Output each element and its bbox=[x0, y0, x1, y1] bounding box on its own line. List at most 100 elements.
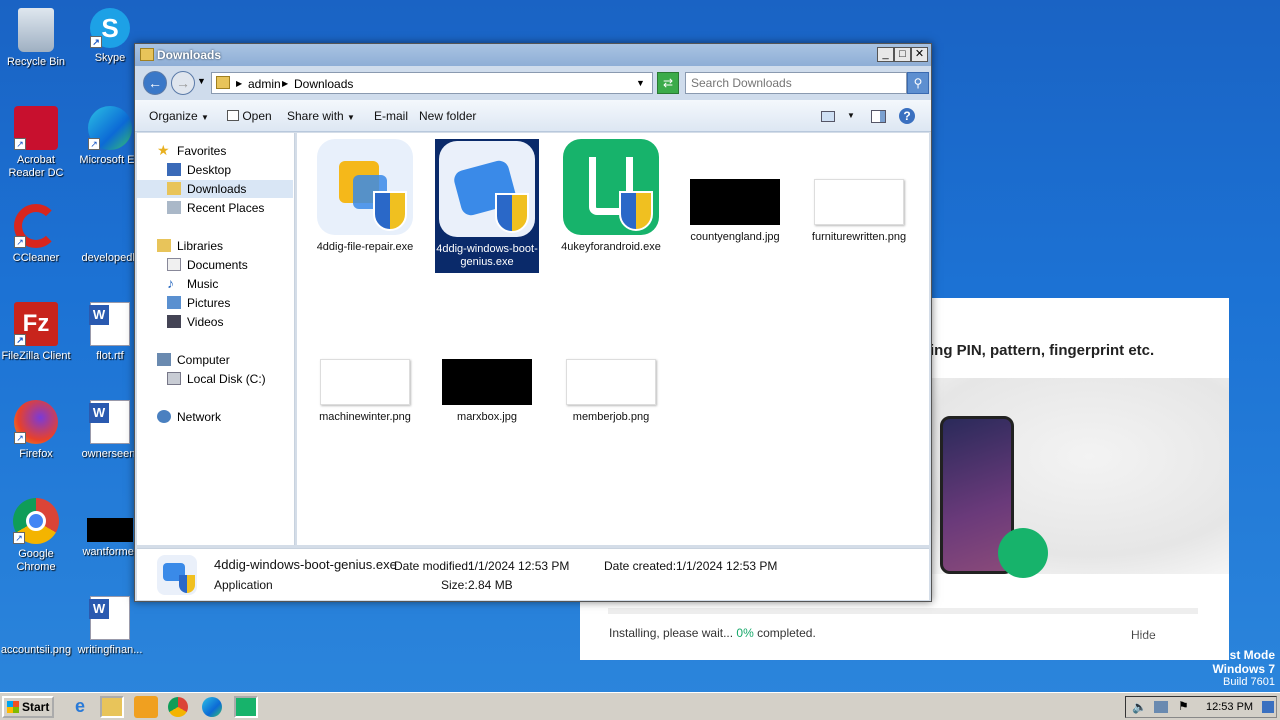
maximize-button[interactable]: □ bbox=[894, 47, 911, 62]
desktop-icon-ccleaner[interactable]: ↗ CCleaner bbox=[0, 204, 74, 265]
view-options-chevron-icon[interactable]: ▼ bbox=[847, 111, 855, 120]
details-size-value: 2.84 MB bbox=[468, 578, 513, 592]
installer-headline: ing PIN, pattern, fingerprint etc. bbox=[930, 342, 1155, 359]
search-box[interactable] bbox=[685, 72, 907, 94]
desktop-icon-label: Microsoft Ed bbox=[79, 154, 141, 166]
nav-desktop[interactable]: Desktop bbox=[137, 161, 293, 179]
taskbar: Start e 🔈 ⚑ 12:53 PM bbox=[0, 692, 1280, 720]
new-folder-button[interactable]: New folder bbox=[419, 109, 476, 123]
title-bar[interactable]: Downloads _ □ ✕ bbox=[135, 44, 931, 66]
action-center-flag-icon[interactable]: ⚑ bbox=[1178, 699, 1189, 713]
watermark-line: Windows 7 bbox=[1212, 662, 1275, 676]
desktop-icon-writingfinan[interactable]: W writingfinan... bbox=[72, 596, 148, 657]
desktop-icon-label: accountsii.png bbox=[0, 644, 72, 656]
search-input[interactable] bbox=[691, 74, 891, 92]
nav-music[interactable]: ♪ Music bbox=[137, 275, 293, 293]
filezilla-icon: Fz ↗ bbox=[14, 302, 58, 346]
close-button[interactable]: ✕ bbox=[911, 47, 928, 62]
desktop-icon-accountsii[interactable]: accountsii.png bbox=[0, 596, 74, 657]
documents-icon bbox=[167, 258, 181, 271]
nav-computer[interactable]: Computer bbox=[137, 351, 293, 369]
nav-recent-places[interactable]: Recent Places bbox=[137, 199, 293, 217]
help-icon[interactable]: ? bbox=[899, 108, 915, 124]
nav-label: Recent Places bbox=[187, 201, 265, 215]
file-name: 4ddig-windows-boot-genius.exe bbox=[436, 243, 538, 268]
navigation-pane: ★ Favorites Desktop Downloads Recent Plac… bbox=[137, 133, 295, 545]
image-thumbnail bbox=[690, 179, 780, 225]
preview-pane-icon[interactable] bbox=[871, 110, 886, 123]
address-row: ← → ▼ ▶ admin ▶ Downloads ▼ ⇄ ⚲ bbox=[135, 66, 931, 100]
explorer-window[interactable]: Downloads _ □ ✕ ← → ▼ ▶ admin ▶ Download… bbox=[134, 43, 932, 602]
nav-libraries[interactable]: Libraries bbox=[137, 237, 293, 255]
file-item[interactable]: countyengland.jpg bbox=[683, 139, 787, 244]
start-button[interactable]: Start bbox=[2, 696, 54, 718]
nav-label: Favorites bbox=[177, 144, 227, 158]
desktop-icon-firefox[interactable]: ↗ Firefox bbox=[0, 400, 74, 461]
breadcrumb-separator-icon[interactable]: ▶ bbox=[236, 79, 242, 88]
uac-shield-icon bbox=[179, 575, 195, 593]
nav-pictures[interactable]: Pictures bbox=[137, 294, 293, 312]
nav-label: Music bbox=[187, 277, 219, 291]
nav-label: Videos bbox=[187, 315, 224, 329]
file-item[interactable]: furniturewritten.png bbox=[807, 139, 911, 244]
search-icon[interactable]: ⚲ bbox=[907, 72, 929, 94]
open-button[interactable]: Open bbox=[227, 109, 272, 123]
file-item[interactable]: 4ddig-file-repair.exe bbox=[313, 139, 417, 254]
breadcrumb-admin[interactable]: admin bbox=[248, 77, 281, 91]
desktop-icon-filezilla[interactable]: Fz ↗ FileZilla Client bbox=[0, 302, 74, 363]
4ukey-taskbar-icon[interactable] bbox=[234, 696, 258, 718]
desktop-icon bbox=[167, 163, 181, 176]
media-player-icon[interactable] bbox=[134, 696, 158, 718]
desktop-icon-label: writingfinan... bbox=[77, 644, 143, 656]
minimize-button[interactable]: _ bbox=[877, 47, 894, 62]
breadcrumb-downloads[interactable]: Downloads bbox=[294, 77, 353, 91]
network-tray-icon[interactable] bbox=[1154, 701, 1168, 713]
shortcut-arrow-icon: ↗ bbox=[13, 532, 25, 544]
address-dropdown-icon[interactable]: ▼ bbox=[636, 78, 645, 88]
open-icon bbox=[227, 110, 239, 121]
internet-explorer-icon[interactable]: e bbox=[68, 696, 92, 718]
nav-downloads[interactable]: Downloads bbox=[137, 180, 293, 198]
file-explorer-icon[interactable] bbox=[100, 696, 124, 718]
nav-network[interactable]: Network bbox=[137, 408, 293, 426]
desktop-icon-label: FileZilla Client bbox=[1, 350, 71, 362]
uac-shield-icon bbox=[495, 193, 529, 233]
windows-watermark: st Mode Windows 7 Build 7601 bbox=[1180, 648, 1275, 688]
forward-button[interactable]: → bbox=[171, 71, 195, 95]
taskbar-clock[interactable]: 12:53 PM bbox=[1206, 701, 1253, 713]
image-thumbnail-icon bbox=[13, 596, 59, 640]
desktop-icon-acrobat[interactable]: ↗ Acrobat Reader DC bbox=[0, 106, 74, 180]
nav-videos[interactable]: Videos bbox=[137, 313, 293, 331]
recent-pages-chevron-icon[interactable]: ▼ bbox=[197, 76, 206, 86]
show-desktop-icon[interactable] bbox=[1262, 701, 1274, 713]
file-item[interactable]: 4ukeyforandroid.exe bbox=[559, 139, 663, 254]
chrome-icon[interactable] bbox=[168, 697, 188, 717]
file-name: furniturewritten.png bbox=[811, 231, 907, 243]
nav-label: Libraries bbox=[177, 239, 224, 253]
share-with-menu[interactable]: Share with ▼ bbox=[287, 109, 355, 123]
breadcrumb-separator-icon[interactable]: ▶ bbox=[282, 79, 288, 88]
word-document-icon: W bbox=[89, 302, 130, 346]
back-button[interactable]: ← bbox=[143, 71, 167, 95]
file-item[interactable]: marxbox.jpg bbox=[435, 317, 539, 424]
organize-menu[interactable]: Organize ▼ bbox=[149, 109, 209, 123]
watermark-line: Build 7601 bbox=[1223, 676, 1275, 688]
shortcut-arrow-icon: ↗ bbox=[90, 36, 102, 48]
change-view-icon[interactable] bbox=[821, 111, 835, 122]
file-item[interactable]: 4ddig-windows-boot-genius.exe bbox=[435, 139, 539, 273]
image-thumbnail-icon bbox=[87, 518, 133, 542]
desktop-icon-label: ownerseen. bbox=[81, 448, 139, 460]
desktop-icon-chrome[interactable]: ↗ Google Chrome bbox=[0, 498, 74, 574]
desktop-icon-recycle-bin[interactable]: Recycle Bin bbox=[0, 8, 74, 69]
email-button[interactable]: E-mail bbox=[374, 109, 408, 123]
nav-local-disk[interactable]: Local Disk (C:) bbox=[137, 370, 293, 388]
volume-icon[interactable]: 🔈 bbox=[1132, 700, 1147, 714]
edge-icon[interactable] bbox=[202, 697, 222, 717]
refresh-button[interactable]: ⇄ bbox=[657, 72, 679, 94]
nav-documents[interactable]: Documents bbox=[137, 256, 293, 274]
address-bar[interactable]: ▶ admin ▶ Downloads ▼ bbox=[211, 72, 653, 94]
nav-favorites[interactable]: ★ Favorites bbox=[137, 142, 293, 160]
file-item[interactable]: memberjob.png bbox=[559, 317, 663, 424]
downloads-folder-icon bbox=[167, 182, 181, 195]
file-item[interactable]: machinewinter.png bbox=[313, 317, 417, 424]
